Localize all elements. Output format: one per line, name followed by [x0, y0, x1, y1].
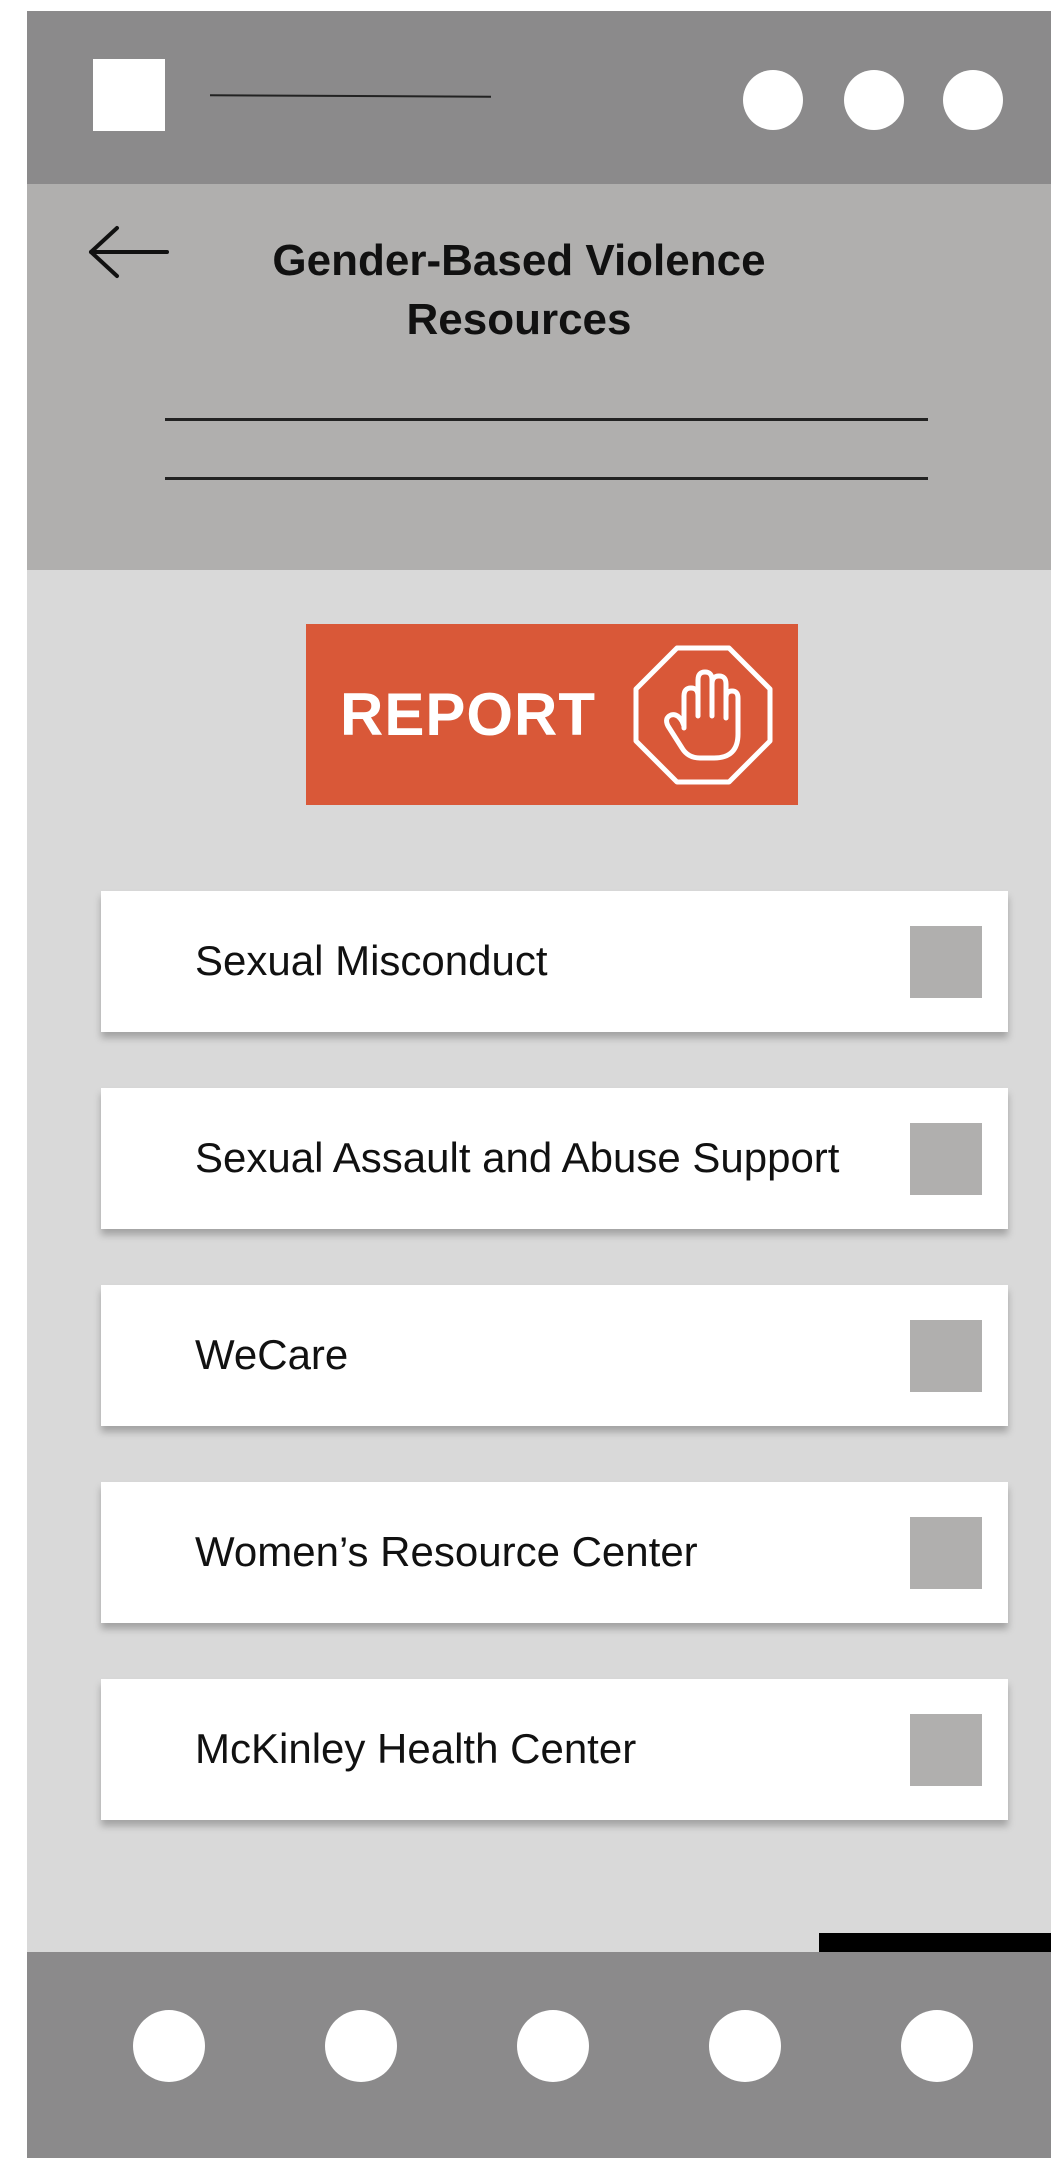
page-header: Gender-Based Violence Resources: [27, 184, 1051, 570]
nav-item-2[interactable]: [325, 2010, 397, 2082]
resource-item-label: Sexual Misconduct: [195, 937, 548, 984]
status-text-placeholder: [209, 94, 492, 98]
resource-thumbnail: [910, 1123, 982, 1195]
resource-item-label: Women’s Resource Center: [195, 1528, 698, 1575]
resource-thumbnail: [910, 1320, 982, 1392]
resource-item-label: WeCare: [195, 1331, 349, 1378]
subtitle-placeholder-line-1: [165, 418, 928, 421]
bottom-nav: [27, 1952, 1051, 2158]
resource-thumbnail: [910, 926, 982, 998]
subtitle-placeholder-line-2: [165, 477, 928, 480]
page-title: Gender-Based Violence Resources: [272, 236, 766, 344]
status-indicator-2: [844, 70, 904, 130]
resource-item-label: Sexual Assault and Abuse Support: [195, 1134, 840, 1181]
resource-item-mckinley-health-center[interactable]: McKinley Health Center: [101, 1679, 1008, 1820]
nav-item-3[interactable]: [517, 2010, 589, 2082]
app-icon-placeholder: [93, 59, 165, 131]
arrow-left-icon: [89, 226, 169, 278]
resource-item-wecare[interactable]: WeCare: [101, 1285, 1008, 1426]
nav-item-4[interactable]: [709, 2010, 781, 2082]
nav-item-5[interactable]: [901, 2010, 973, 2082]
status-bar: [27, 11, 1051, 184]
resource-item-sexual-assault-support[interactable]: Sexual Assault and Abuse Support: [101, 1088, 1008, 1229]
resource-thumbnail: [910, 1517, 982, 1589]
report-label: REPORT: [340, 681, 597, 748]
nav-item-1[interactable]: [133, 2010, 205, 2082]
resource-thumbnail: [910, 1714, 982, 1786]
stop-hand-icon: [633, 645, 773, 785]
status-indicator-1: [743, 70, 803, 130]
app-screen: Gender-Based Violence Resources REPORT S…: [27, 11, 1051, 2158]
resource-item-sexual-misconduct[interactable]: Sexual Misconduct: [101, 891, 1008, 1032]
scroll-indicator[interactable]: [819, 1933, 1051, 1952]
status-indicator-3: [943, 70, 1003, 130]
report-button[interactable]: REPORT: [306, 624, 798, 805]
resource-item-label: McKinley Health Center: [195, 1725, 637, 1772]
resource-item-womens-resource-center[interactable]: Women’s Resource Center: [101, 1482, 1008, 1623]
back-button[interactable]: [87, 224, 171, 280]
